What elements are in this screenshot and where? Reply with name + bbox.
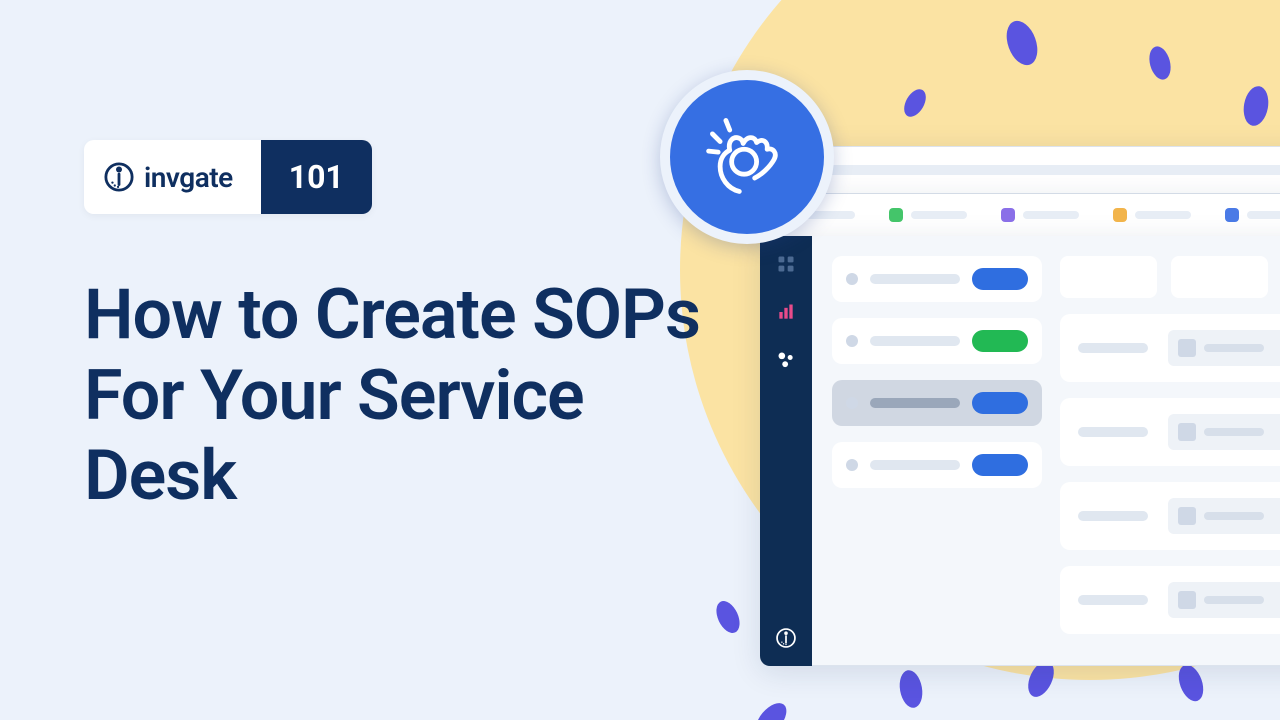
brand-left: invgate: [84, 140, 261, 214]
detail-card: [1060, 398, 1280, 466]
list-item: [832, 256, 1042, 302]
app-tab-strip: [760, 194, 1280, 236]
app-content: [812, 236, 1280, 666]
confetti-dot: [750, 698, 793, 720]
tab-dot-icon: [1001, 208, 1015, 222]
status-pill: [972, 454, 1028, 476]
card-value-placeholder: [1168, 330, 1280, 366]
tab-dot-icon: [1225, 208, 1239, 222]
tab-dot-icon: [889, 208, 903, 222]
brand-name: invgate: [144, 161, 233, 194]
status-dot-icon: [846, 273, 858, 285]
status-dot-icon: [846, 459, 858, 471]
list-item-selected: [832, 380, 1042, 426]
field-row: [1060, 256, 1280, 298]
list-column: [832, 256, 1042, 645]
app-mockup: [760, 146, 1280, 666]
invgate-logo-icon: [104, 162, 134, 192]
app-sidebar: [760, 236, 812, 666]
status-pill: [972, 268, 1028, 290]
headline: How to Create SOPs For Your Service Desk: [84, 275, 704, 517]
tab-label-placeholder: [1247, 211, 1280, 219]
card-value-placeholder: [1168, 498, 1280, 534]
invgate-mark-icon: [775, 628, 797, 648]
list-item: [832, 442, 1042, 488]
confetti-dot: [897, 668, 925, 709]
status-dot-icon: [846, 397, 858, 409]
tab-label-placeholder: [911, 211, 967, 219]
card-label-placeholder: [1078, 427, 1148, 437]
card-label-placeholder: [1078, 595, 1148, 605]
app-titlebar: [760, 146, 1280, 194]
list-label-placeholder: [870, 336, 960, 346]
promo-card: invgate 101 How to Create SOPs For Your …: [0, 0, 1280, 720]
tab-label-placeholder: [1135, 211, 1191, 219]
card-label-placeholder: [1078, 343, 1148, 353]
detail-card: [1060, 482, 1280, 550]
ok-hand-badge: [660, 70, 834, 244]
search-placeholder-bar: [811, 165, 1280, 175]
tab-label-placeholder: [1023, 211, 1079, 219]
status-dot-icon: [846, 335, 858, 347]
grid-icon: [775, 254, 797, 274]
card-value-placeholder: [1168, 414, 1280, 450]
chart-icon: [775, 302, 797, 322]
brand-badge-number: 101: [261, 140, 372, 214]
card-value-placeholder: [1168, 582, 1280, 618]
list-item: [832, 318, 1042, 364]
tab-item: [1225, 208, 1280, 222]
confetti-dot: [712, 597, 744, 636]
tab-dot-icon: [1113, 208, 1127, 222]
detail-card: [1060, 314, 1280, 382]
ok-hand-icon: [699, 107, 795, 207]
field-placeholder: [1171, 256, 1268, 298]
detail-card: [1060, 566, 1280, 634]
field-placeholder: [1060, 256, 1157, 298]
app-body: [760, 236, 1280, 666]
list-label-placeholder: [870, 274, 960, 284]
tab-item: [1113, 208, 1191, 222]
brand-badge: invgate 101: [84, 140, 372, 214]
status-pill: [972, 392, 1028, 414]
tab-item: [889, 208, 967, 222]
nodes-icon: [775, 350, 797, 370]
status-pill: [972, 330, 1028, 352]
tab-item: [1001, 208, 1079, 222]
list-label-placeholder: [870, 460, 960, 470]
detail-column: [1060, 256, 1280, 645]
card-label-placeholder: [1078, 511, 1148, 521]
list-label-placeholder: [870, 398, 960, 408]
